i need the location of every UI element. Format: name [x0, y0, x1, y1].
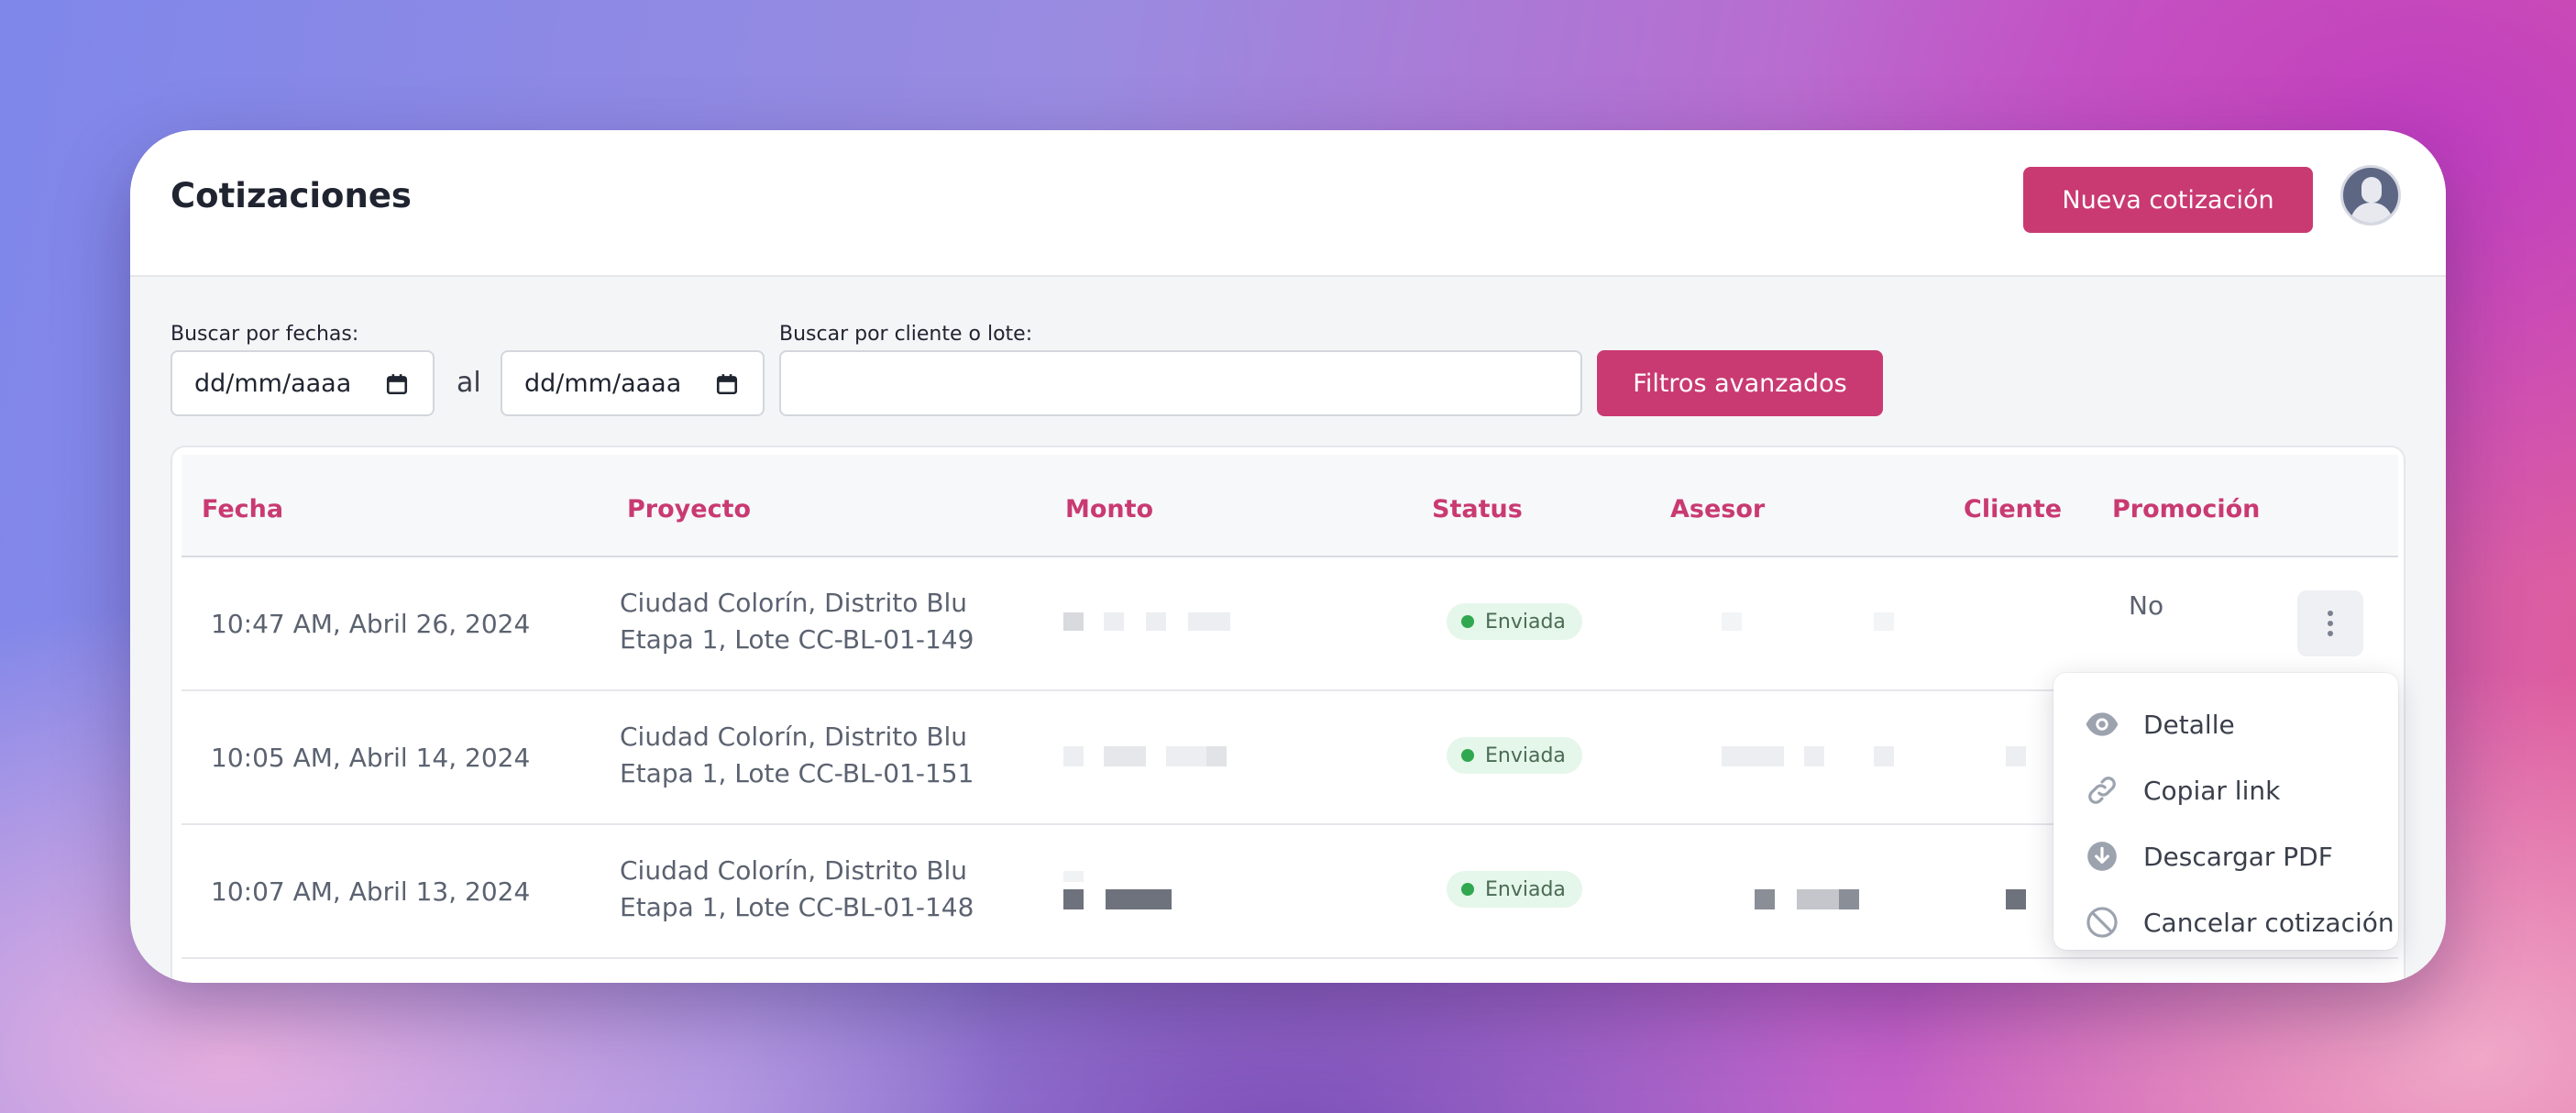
redacted-asesor: [1839, 889, 1859, 909]
cell-proyecto: Ciudad Colorín, Distrito Blu Etapa 1, Lo…: [620, 719, 974, 792]
menu-item-label: Copiar link: [2143, 775, 2281, 806]
proyecto-line2: Etapa 1, Lote CC-BL-01-149: [620, 624, 974, 655]
menu-item-descargar-pdf[interactable]: Descargar PDF: [2053, 823, 2398, 889]
avatar[interactable]: [2340, 165, 2401, 226]
redacted-monto: [1063, 612, 1084, 631]
row-actions-button[interactable]: [2297, 590, 2363, 656]
cell-fecha: 10:47 AM, Abril 26, 2024: [211, 609, 531, 639]
table-header: Fecha Proyecto Monto Status Asesor Clien…: [182, 455, 2398, 557]
redacted-asesor: [1874, 746, 1894, 766]
redacted-asesor: [1755, 889, 1775, 909]
date-to-placeholder: dd/mm/aaaa: [524, 369, 682, 398]
cell-promocion: No: [2129, 590, 2164, 621]
cell-fecha: 10:05 AM, Abril 14, 2024: [211, 743, 531, 773]
menu-item-label: Cancelar cotización: [2143, 907, 2394, 938]
redacted-asesor: [1797, 889, 1839, 909]
proyecto-line1: Ciudad Colorín, Distrito Blu: [620, 588, 968, 618]
menu-item-label: Descargar PDF: [2143, 841, 2333, 872]
proyecto-line2: Etapa 1, Lote CC-BL-01-148: [620, 892, 974, 922]
column-header-cliente[interactable]: Cliente: [1964, 495, 2062, 523]
redacted-monto: [1104, 612, 1124, 631]
redacted-asesor: [1722, 746, 1784, 766]
column-header-proyecto[interactable]: Proyecto: [627, 495, 751, 523]
column-header-asesor[interactable]: Asesor: [1670, 495, 1765, 523]
row-actions-menu: Detalle Copiar link Descargar PDF Cancel…: [2053, 673, 2398, 950]
date-from-input[interactable]: dd/mm/aaaa: [171, 350, 435, 416]
avatar-head: [2361, 177, 2382, 203]
redacted-monto: [1104, 746, 1146, 766]
kebab-dot: [2328, 611, 2333, 616]
link-icon: [2088, 777, 2116, 804]
redacted-monto: [1206, 746, 1227, 766]
status-badge: Enviada: [1447, 737, 1582, 774]
column-header-promocion[interactable]: Promoción: [2112, 495, 2260, 523]
redacted-asesor: [1804, 746, 1824, 766]
redacted-cliente: [2006, 746, 2026, 766]
column-header-status[interactable]: Status: [1432, 495, 1523, 523]
redacted-monto: [1063, 889, 1084, 909]
redacted-monto: [1188, 612, 1230, 631]
redacted-monto: [1063, 871, 1084, 882]
status-badge: Enviada: [1447, 871, 1582, 908]
table-row[interactable]: 10:47 AM, Abril 26, 2024 Ciudad Colorín,…: [182, 557, 2398, 691]
kebab-dot: [2328, 621, 2333, 626]
column-header-fecha[interactable]: Fecha: [202, 495, 283, 523]
download-icon: [2087, 842, 2117, 871]
cell-proyecto: Ciudad Colorín, Distrito Blu Etapa 1, Lo…: [620, 853, 974, 926]
redacted-monto: [1106, 889, 1172, 909]
menu-item-detalle[interactable]: Detalle: [2053, 691, 2398, 757]
calendar-icon[interactable]: [715, 372, 739, 396]
redacted-monto: [1166, 746, 1208, 766]
advanced-filters-button[interactable]: Filtros avanzados: [1597, 350, 1883, 416]
date-from-placeholder: dd/mm/aaaa: [194, 369, 352, 398]
eye-icon: [2086, 712, 2119, 736]
status-badge: Enviada: [1447, 603, 1582, 640]
redacted-monto: [1063, 746, 1084, 766]
redacted-asesor: [1874, 612, 1894, 631]
new-quote-button[interactable]: Nueva cotización: [2023, 167, 2313, 233]
app-header: Cotizaciones Nueva cotización: [130, 130, 2446, 277]
menu-item-label: Detalle: [2143, 709, 2235, 740]
search-filter-label: Buscar por cliente o lote:: [779, 323, 1033, 346]
redacted-cliente: [2006, 889, 2026, 909]
redacted-asesor: [1722, 612, 1742, 631]
column-header-monto[interactable]: Monto: [1065, 495, 1153, 523]
search-input[interactable]: [779, 350, 1582, 416]
date-filter-label: Buscar por fechas:: [171, 323, 359, 346]
avatar-body: [2350, 203, 2393, 223]
proyecto-line2: Etapa 1, Lote CC-BL-01-151: [620, 758, 974, 788]
menu-item-copiar-link[interactable]: Copiar link: [2053, 757, 2398, 823]
calendar-icon[interactable]: [385, 372, 409, 396]
proyecto-line1: Ciudad Colorín, Distrito Blu: [620, 855, 968, 886]
cancel-icon: [2086, 907, 2118, 938]
menu-item-cancelar-cotizacion[interactable]: Cancelar cotización: [2053, 889, 2398, 955]
date-to-input[interactable]: dd/mm/aaaa: [501, 350, 765, 416]
redacted-monto: [1146, 612, 1166, 631]
cell-proyecto: Ciudad Colorín, Distrito Blu Etapa 1, Lo…: [620, 585, 974, 658]
proyecto-line1: Ciudad Colorín, Distrito Blu: [620, 722, 968, 752]
date-range-separator: al: [457, 367, 481, 399]
cell-fecha: 10:07 AM, Abril 13, 2024: [211, 876, 531, 907]
kebab-dot: [2328, 631, 2333, 636]
page-title: Cotizaciones: [171, 176, 412, 215]
